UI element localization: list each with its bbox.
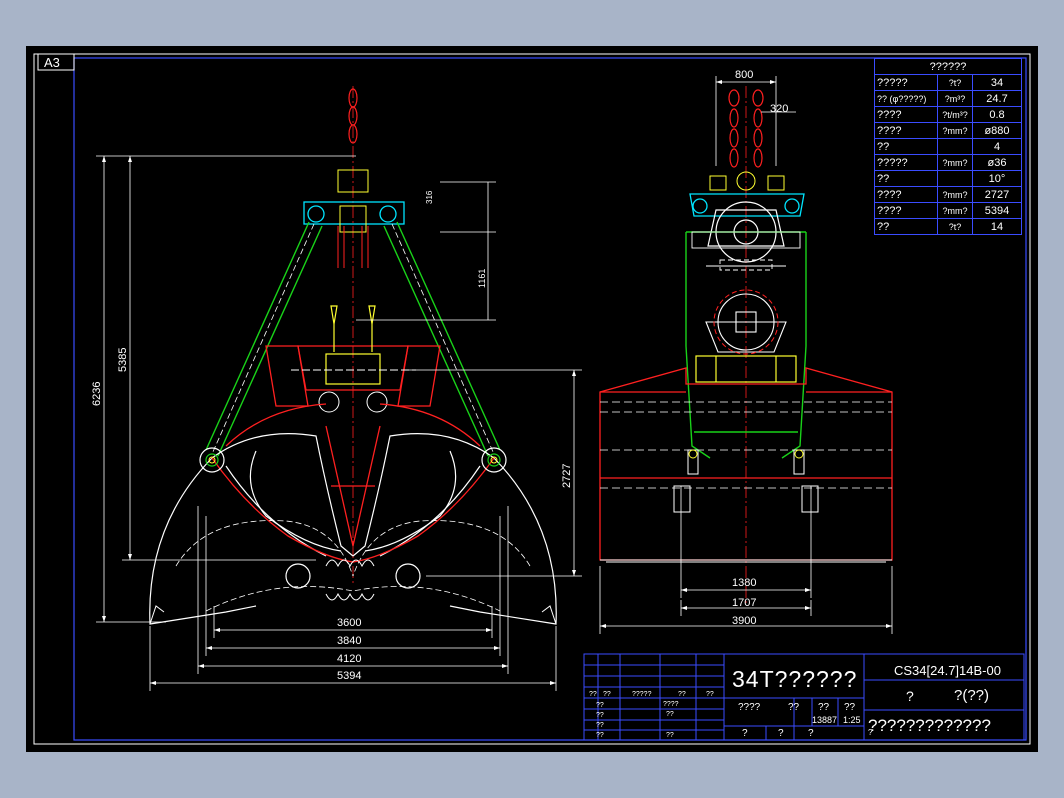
dim-5385: 5385 <box>117 348 129 372</box>
dim-1380: 1380 <box>732 577 756 589</box>
drawing-sheet: A3 316 1161 5385 6236 2727 3600 3840 412… <box>26 46 1038 752</box>
dim-3600: 3600 <box>337 617 361 629</box>
dim-6236: 6236 <box>91 382 103 406</box>
dim-316: 316 <box>425 190 434 204</box>
dim-5394: 5394 <box>337 670 361 682</box>
sheet-size-label: A3 <box>44 55 60 70</box>
dim-800: 800 <box>735 69 753 81</box>
outer-frame <box>33 53 1031 745</box>
dim-3900: 3900 <box>732 615 756 627</box>
front-view: 316 1161 5385 6236 2727 3600 3840 4120 5… <box>91 86 582 691</box>
dim-1161: 1161 <box>477 269 487 288</box>
dim-3840: 3840 <box>337 635 361 647</box>
dim-1707: 1707 <box>732 597 756 609</box>
dim-2727: 2727 <box>561 464 573 488</box>
dim-4120: 4120 <box>337 653 361 665</box>
inner-frame <box>73 57 1027 741</box>
dim-320: 320 <box>770 103 788 115</box>
title-block-grid <box>583 653 1025 741</box>
cad-canvas: A3 316 1161 5385 6236 2727 3600 3840 412… <box>33 53 1031 745</box>
side-view: 800 320 1380 1707 3900 <box>599 69 893 634</box>
